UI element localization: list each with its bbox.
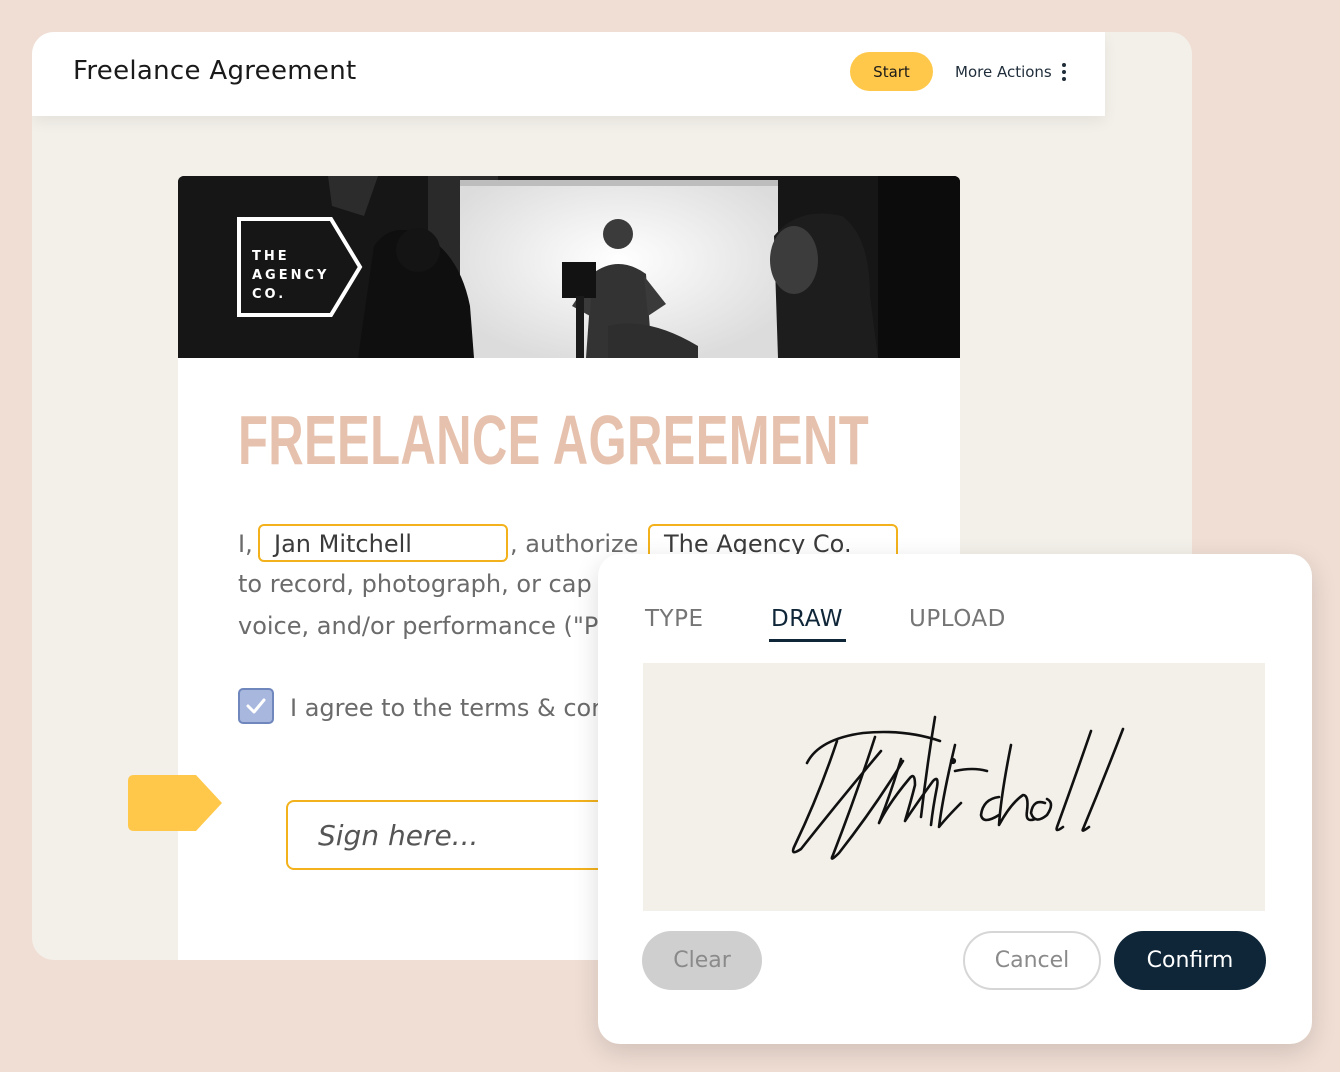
more-actions-label: More Actions (955, 63, 1052, 81)
sign-here-field[interactable]: Sign here... (286, 800, 646, 870)
consent-prefix: I, (238, 530, 253, 558)
document-title: Freelance Agreement (73, 56, 357, 86)
signature-draw-canvas[interactable] (643, 663, 1265, 911)
tab-draw[interactable]: DRAW (771, 606, 843, 632)
banner-photo: THE AGENCY CO. (178, 176, 960, 358)
checkmark-icon (246, 698, 266, 714)
agency-logo-text: THE AGENCY CO. (252, 249, 330, 302)
sign-marker-arrow-icon (128, 775, 222, 831)
start-button[interactable]: Start (850, 52, 933, 91)
signer-name-field[interactable]: Jan Mitchell (258, 524, 508, 562)
agree-label: I agree to the terms & cor (290, 694, 602, 722)
agree-checkbox[interactable] (238, 688, 274, 724)
more-actions-button[interactable]: More Actions (955, 60, 1066, 84)
consent-line-2: to record, photograph, or cap (238, 570, 592, 598)
kebab-menu-icon (1061, 63, 1066, 81)
confirm-button[interactable]: Confirm (1114, 931, 1266, 990)
consent-line-3: voice, and/or performance ("P (238, 612, 599, 640)
signature-dialog: TYPE DRAW UPLOAD Clear Cancel Confirm (598, 554, 1312, 1044)
tab-upload[interactable]: UPLOAD (909, 606, 1006, 632)
top-bar: Freelance Agreement Start More Actions (32, 32, 1105, 116)
active-tab-indicator (769, 639, 846, 642)
clear-button[interactable]: Clear (642, 931, 762, 990)
drawn-signature (791, 715, 1125, 860)
document-heading: FREELANCE AGREEMENT (238, 401, 869, 479)
tab-type[interactable]: TYPE (645, 606, 704, 632)
cancel-button[interactable]: Cancel (963, 931, 1101, 990)
